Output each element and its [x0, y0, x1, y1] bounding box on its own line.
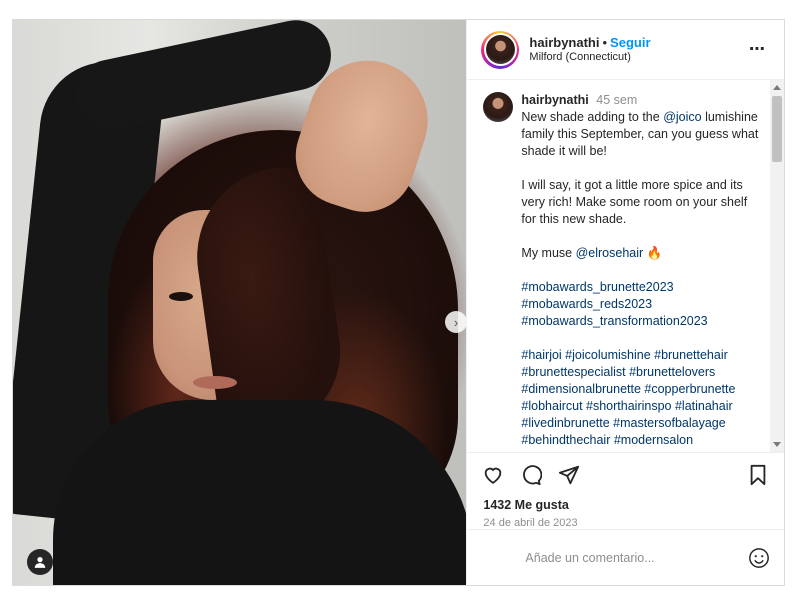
hashtag-group-1: #mobawards_brunette2023 #mobawards_reds2… [521, 279, 761, 330]
heart-icon[interactable] [481, 463, 505, 487]
photo-shirt [53, 400, 467, 585]
carousel-next-button[interactable]: › [445, 311, 467, 333]
location-link[interactable]: Milford (Connecticut) [529, 51, 650, 65]
avatar [485, 35, 515, 64]
follow-button[interactable]: Seguir [610, 35, 650, 50]
photo-eye [169, 292, 193, 301]
caption: hairbynathi 45 sem New shade adding to t… [467, 80, 784, 449]
separator-dot: • [602, 34, 608, 50]
caption-username[interactable]: hairbynathi [521, 93, 588, 107]
comment-icon[interactable] [519, 463, 543, 487]
scroll-up-arrow[interactable] [773, 85, 781, 90]
mention-link[interactable]: @elrosehair [576, 246, 644, 260]
scrollbar[interactable] [770, 80, 784, 452]
caption-time[interactable]: 45 sem [596, 93, 637, 107]
scrollbar-thumb[interactable] [772, 96, 782, 162]
hashtag-group-2[interactable]: #hairjoi #joicolumishine #brunettehair #… [521, 347, 761, 449]
post-header: hairbynathi • Seguir Milford (Connecticut)… [467, 20, 784, 80]
post-side-panel: hairbynathi • Seguir Milford (Connecticut)… [466, 20, 784, 585]
chevron-right-icon: › [453, 314, 459, 330]
fire-emoji: 🔥 [646, 246, 663, 260]
caption-paragraph-1: New shade adding to the @joico lumishine… [521, 109, 761, 160]
header-top-line: hairbynathi • Seguir [529, 35, 650, 51]
instagram-post: › hairbynathi • Seguir Milford (Connecti… [12, 19, 785, 586]
comment-composer [467, 529, 784, 585]
user-icon [34, 557, 46, 568]
username-link[interactable]: hairbynathi [529, 35, 599, 50]
caption-text: hairbynathi 45 sem New shade adding to t… [521, 92, 761, 449]
emoji-icon[interactable] [748, 547, 770, 569]
comment-input[interactable] [525, 550, 748, 565]
more-options-icon[interactable]: ⋯ [749, 42, 766, 58]
photo-lips [193, 376, 237, 389]
share-icon[interactable] [557, 463, 581, 487]
mention-link[interactable]: @joico [663, 110, 701, 124]
photo-arm-raised [68, 20, 338, 137]
caption-muse-line: My muse @elrosehair 🔥 [521, 245, 761, 262]
caption-avatar[interactable] [483, 92, 514, 122]
story-ring[interactable] [481, 30, 520, 69]
post-media: › [13, 20, 467, 585]
scroll-down-arrow[interactable] [773, 442, 781, 447]
post-date: 24 de abril de 2023 [483, 517, 578, 529]
header-text: hairbynathi • Seguir Milford (Connecticut) [529, 35, 650, 65]
comments-area[interactable]: hairbynathi 45 sem New shade adding to t… [467, 80, 784, 453]
action-bar [467, 453, 784, 497]
post-photo[interactable] [13, 20, 467, 585]
avatar-ring-inner [483, 33, 517, 66]
hashtag-link[interactable]: #mobawards_brunette2023 [521, 279, 761, 296]
bookmark-icon[interactable] [746, 463, 770, 487]
likes-count[interactable]: 1432 Me gusta [467, 497, 784, 513]
tagged-users-button[interactable] [27, 549, 53, 575]
caption-text-segment: My muse [521, 246, 576, 260]
caption-text-segment: New shade adding to the [521, 110, 664, 124]
hashtag-link[interactable]: #mobawards_reds2023 [521, 296, 761, 313]
hashtag-link[interactable]: #mobawards_transformation2023 [521, 313, 761, 330]
caption-paragraph-2: I will say, it got a little more spice a… [521, 178, 748, 226]
